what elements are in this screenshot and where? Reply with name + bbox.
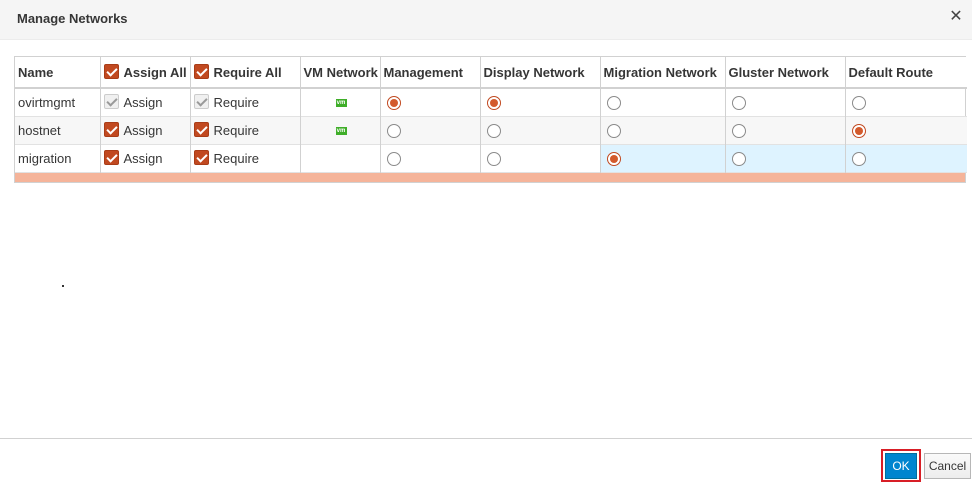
display-network-radio[interactable] — [486, 123, 501, 138]
networks-table: Name Assign All Require All VM Network M… — [14, 56, 967, 183]
require-checkbox[interactable] — [193, 121, 209, 137]
migration-network-radio[interactable] — [606, 151, 621, 166]
display-network-radio[interactable] — [486, 96, 501, 111]
cancel-button[interactable]: Cancel — [924, 453, 971, 479]
stray-dot — [62, 285, 64, 287]
assign-label: Assign — [123, 95, 163, 111]
col-require-all: Require All — [190, 57, 301, 89]
col-management: Management — [380, 57, 481, 89]
table-header-row: Name Assign All Require All VM Network M… — [15, 57, 967, 89]
col-assign-all: Assign All — [100, 57, 191, 89]
assign-all-label: Assign All — [123, 65, 187, 81]
col-gluster-network: Gluster Network — [725, 57, 846, 89]
default-route-radio[interactable] — [851, 96, 866, 111]
default-route-radio[interactable] — [851, 123, 866, 138]
default-route-radio[interactable] — [851, 151, 866, 166]
assign-checkbox[interactable] — [103, 149, 119, 165]
close-icon[interactable]: ✕ — [948, 8, 964, 26]
col-display-network: Display Network — [480, 57, 601, 89]
assign-checkbox[interactable] — [103, 121, 119, 137]
col-vm-network: VM Network — [300, 57, 381, 89]
col-migration-network: Migration Network — [600, 57, 726, 89]
vm-network-icon: vm — [335, 99, 347, 108]
table-row[interactable]: hostnet Assign Require vm — [15, 116, 967, 144]
management-radio[interactable] — [386, 96, 401, 111]
ok-button[interactable]: OK — [885, 453, 917, 479]
display-network-radio[interactable] — [486, 151, 501, 166]
horizontal-scrollbar[interactable] — [15, 172, 965, 182]
require-label: Require — [213, 151, 260, 167]
table-row[interactable]: migration Assign Require — [15, 144, 967, 172]
row-name: migration — [15, 144, 101, 172]
dialog-header: Manage Networks ✕ — [0, 0, 972, 40]
migration-network-radio[interactable] — [606, 123, 621, 138]
assign-all-checkbox[interactable] — [103, 63, 119, 79]
col-name: Name — [15, 57, 101, 89]
gluster-network-radio[interactable] — [731, 151, 746, 166]
assign-label: Assign — [123, 123, 163, 139]
dialog-title: Manage Networks — [17, 11, 128, 26]
require-checkbox — [193, 94, 209, 110]
management-radio[interactable] — [386, 123, 401, 138]
require-checkbox[interactable] — [193, 149, 209, 165]
table-row[interactable]: ovirtmgmt Assign Require vm — [15, 88, 967, 116]
gluster-network-radio[interactable] — [731, 96, 746, 111]
row-name: hostnet — [15, 116, 101, 144]
management-radio[interactable] — [386, 151, 401, 166]
col-default-route: Default Route — [845, 57, 967, 89]
migration-network-radio[interactable] — [606, 96, 621, 111]
gluster-network-radio[interactable] — [731, 123, 746, 138]
require-label: Require — [213, 123, 260, 139]
dialog-footer — [0, 438, 972, 494]
assign-checkbox — [103, 94, 119, 110]
row-name: ovirtmgmt — [15, 88, 101, 116]
vm-network-icon: vm — [335, 127, 347, 136]
require-label: Require — [213, 95, 260, 111]
assign-label: Assign — [123, 151, 163, 167]
require-all-checkbox[interactable] — [193, 63, 209, 79]
require-all-label: Require All — [213, 65, 282, 81]
